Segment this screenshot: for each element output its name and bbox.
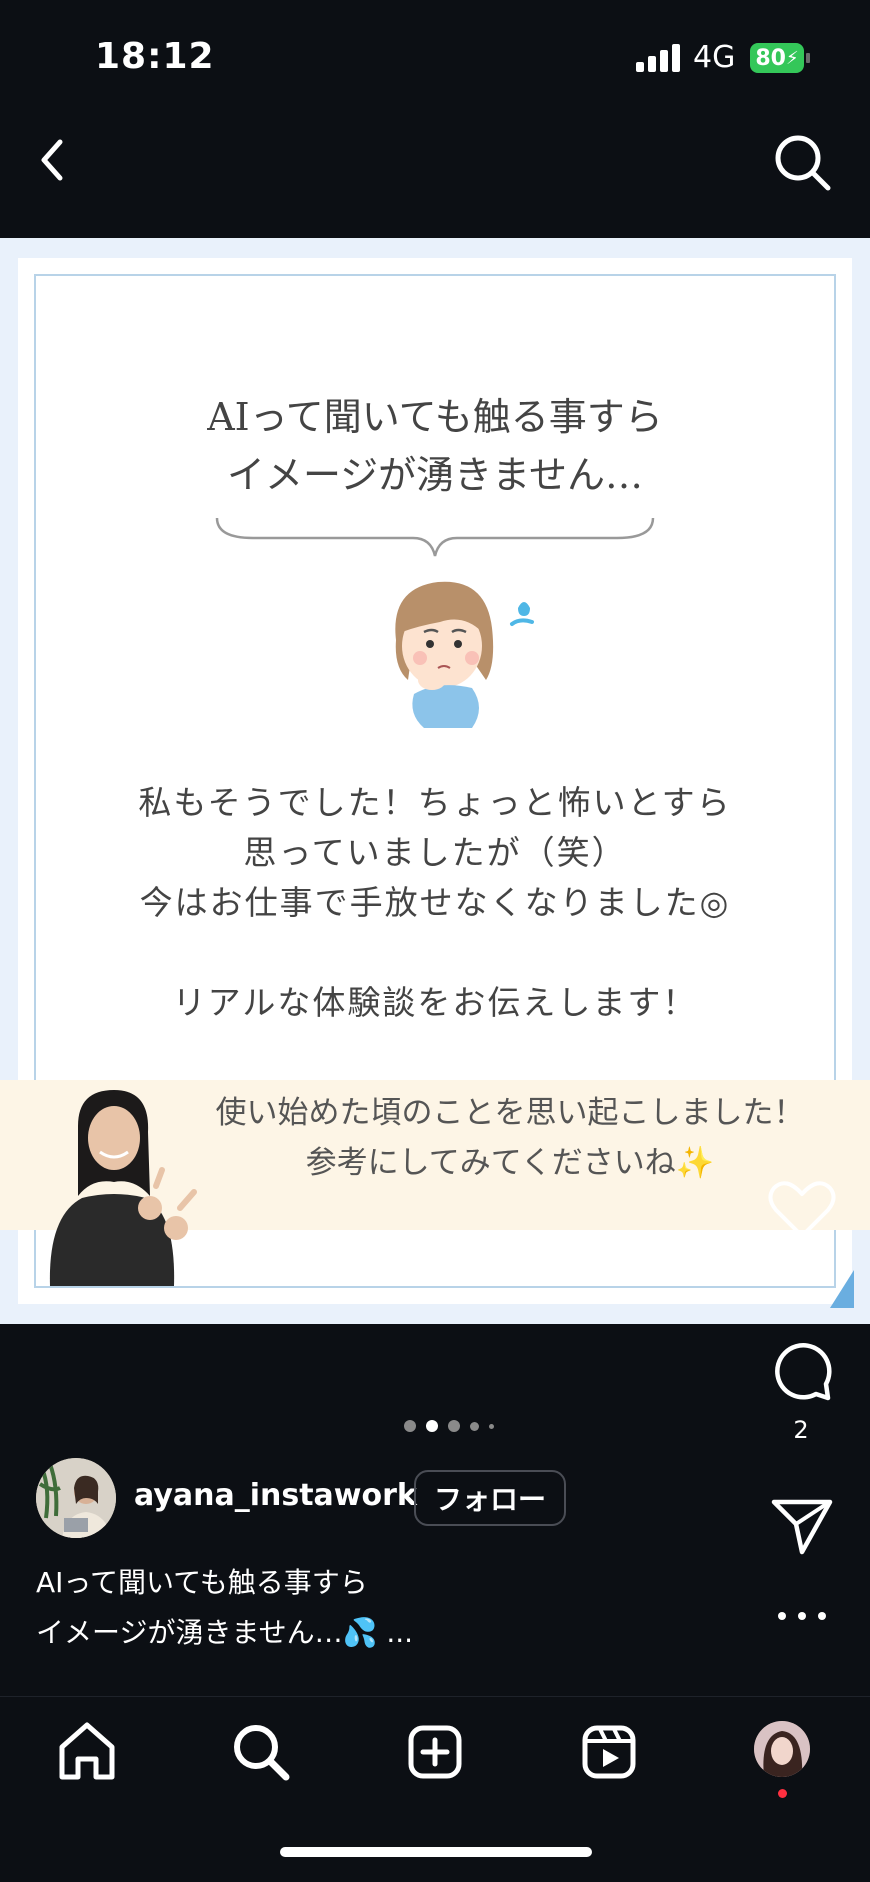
back-button[interactable] <box>32 130 92 190</box>
worried-girl-illustration <box>395 581 534 728</box>
status-bar: 18:12 4G 80 ⚡ <box>0 0 870 110</box>
tab-profile[interactable] <box>754 1721 810 1777</box>
carousel-indicator <box>404 1416 514 1436</box>
banner-line-1: 使い始めた頃のことを思い起こしました！ <box>215 1095 805 1131</box>
like-button[interactable] <box>766 1178 838 1242</box>
brace-decoration <box>215 517 655 557</box>
caption-line-1: AIって聞いても触る事すら <box>36 1566 368 1599</box>
carousel-dot <box>470 1421 479 1431</box>
reels-icon <box>582 1725 636 1779</box>
follow-button[interactable]: フォロー <box>414 1470 566 1526</box>
post-headline: AIって聞いても触る事すら イメージが湧きません… <box>18 388 852 504</box>
tab-explore[interactable] <box>226 1717 296 1787</box>
comment-icon <box>775 1343 832 1401</box>
carousel-dot <box>448 1420 460 1432</box>
home-icon <box>59 1722 115 1780</box>
message-line-1: 私もそうでした！ちょっと怖いとすら <box>138 783 732 822</box>
network-type: 4G <box>693 40 736 75</box>
battery-level: 80 <box>755 45 786 71</box>
share-button[interactable] <box>770 1496 834 1556</box>
send-icon <box>771 1499 833 1555</box>
message-line-4 <box>18 928 852 978</box>
more-button[interactable] <box>778 1606 826 1626</box>
profile-avatar-image <box>754 1721 810 1777</box>
home-indicator <box>280 1847 592 1857</box>
battery-icon: 80 ⚡ <box>750 43 804 73</box>
signal-icon <box>636 44 682 72</box>
carousel-dot-active <box>426 1420 438 1432</box>
author-photo <box>49 1090 197 1286</box>
author-username[interactable]: ayana_instawork <box>134 1478 417 1513</box>
bottom-tab-bar <box>0 1696 870 1882</box>
message-line-2: 思っていましたが（笑） <box>243 833 627 872</box>
more-dot <box>778 1612 786 1620</box>
banner-line-2: 参考にしてみてくださいね✨ <box>305 1145 715 1181</box>
battery-cap <box>806 53 810 63</box>
post-message: 私もそうでした！ちょっと怖いとすら 思っていましたが（笑） 今はお仕事で手放せな… <box>18 778 852 1028</box>
headline-line-1: AIって聞いても触る事すら <box>207 395 663 439</box>
notification-dot <box>778 1789 787 1798</box>
search-icon <box>234 1725 290 1781</box>
tab-home[interactable] <box>52 1717 122 1787</box>
message-line-3: 今はお仕事で手放せなくなりました◎ <box>139 883 731 922</box>
caption-line-2: イメージが湧きません…💦 ... <box>36 1616 414 1649</box>
author-avatar[interactable] <box>36 1458 116 1538</box>
post-image[interactable]: AIって聞いても触る事すら イメージが湧きません… 私もそうでした！ちょっと怖い… <box>0 238 870 1324</box>
heart-icon <box>768 1181 836 1238</box>
tab-create[interactable] <box>400 1717 470 1787</box>
search-button[interactable] <box>770 130 836 196</box>
tab-reels[interactable] <box>574 1717 644 1787</box>
carousel-dot <box>404 1420 416 1432</box>
comment-button[interactable] <box>770 1338 834 1402</box>
status-time: 18:12 <box>95 36 215 77</box>
comment-count: 2 <box>793 1416 809 1444</box>
banner-text: 使い始めた頃のことを思い起こしました！ 参考にしてみてくださいね✨ <box>190 1088 830 1188</box>
headline-line-2: イメージが湧きません… <box>226 453 644 497</box>
message-line-5: リアルな体験談をお伝えします！ <box>172 983 698 1022</box>
top-nav <box>0 120 870 200</box>
like-count: 78 <box>785 1258 817 1286</box>
more-dot <box>818 1612 826 1620</box>
post-caption[interactable]: AIって聞いても触る事すら イメージが湧きません…💦 ... <box>36 1558 413 1658</box>
chevron-left-icon <box>41 139 63 181</box>
plus-square-icon <box>408 1725 462 1779</box>
carousel-dot <box>489 1423 494 1429</box>
avatar-image <box>36 1458 116 1538</box>
more-dot <box>798 1612 806 1620</box>
search-icon <box>775 135 831 191</box>
